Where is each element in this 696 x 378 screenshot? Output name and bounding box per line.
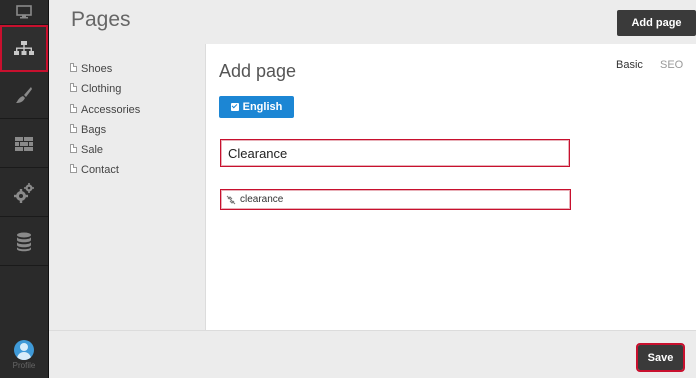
tree-item-shoes[interactable]: Shoes — [70, 62, 140, 82]
tab-basic[interactable]: Basic — [616, 59, 643, 71]
document-icon — [70, 83, 77, 93]
panel-title: Add page — [219, 61, 297, 81]
profile-label: Profile — [12, 361, 36, 370]
language-label: English — [242, 101, 283, 113]
sitemap-icon — [14, 41, 34, 55]
bricks-icon — [15, 137, 33, 151]
page-tree: Shoes Clothing Accessories Bags Sale Con… — [49, 44, 206, 330]
tree-item-contact[interactable]: Contact — [70, 163, 140, 183]
page-list: Shoes Clothing Accessories Bags Sale Con… — [70, 62, 140, 184]
tree-item-label: Bags — [81, 123, 107, 136]
sidebar-item-dashboard[interactable] — [0, 0, 48, 25]
save-button[interactable]: Save — [636, 343, 685, 372]
sidebar-item-design[interactable] — [0, 72, 48, 119]
profile[interactable]: Profile — [0, 340, 48, 370]
tree-item-bags[interactable]: Bags — [70, 123, 140, 143]
document-icon — [70, 164, 77, 174]
avatar — [14, 340, 34, 360]
sidebar-item-database[interactable] — [0, 219, 48, 266]
sidebar: Profile — [0, 0, 49, 378]
database-icon — [17, 232, 31, 252]
language-toggle-button[interactable]: English — [219, 96, 294, 118]
gears-icon — [14, 183, 34, 203]
tree-item-label: Shoes — [81, 63, 113, 75]
document-icon — [70, 144, 77, 154]
tree-item-label: Contact — [81, 164, 119, 177]
tree-item-accessories[interactable]: Accessories — [70, 103, 140, 123]
add-page-panel: Add page Basic SEO English — [206, 44, 696, 330]
slug-input[interactable] — [236, 194, 540, 205]
document-icon — [70, 63, 77, 72]
footer-bar — [49, 330, 696, 378]
tree-item-label: Accessories — [81, 103, 141, 116]
sidebar-item-blocks[interactable] — [0, 121, 48, 168]
unlink-icon — [226, 195, 236, 204]
page-title-input[interactable] — [220, 139, 570, 167]
tree-item-sale[interactable]: Sale — [70, 143, 140, 163]
brush-icon — [16, 87, 32, 103]
monitor-icon — [16, 5, 32, 19]
tree-item-label: Sale — [81, 144, 104, 157]
sidebar-item-settings[interactable] — [0, 170, 48, 217]
tree-item-clothing[interactable]: Clothing — [70, 82, 140, 102]
page-title: Pages — [71, 8, 131, 31]
slug-field[interactable] — [220, 189, 571, 210]
document-icon — [70, 123, 77, 133]
tab-seo[interactable]: SEO — [660, 59, 683, 71]
add-page-button[interactable]: Add page — [617, 10, 696, 36]
sidebar-item-pages[interactable] — [0, 25, 48, 72]
checkbox-icon — [230, 103, 239, 111]
tree-item-label: Clothing — [81, 83, 122, 96]
document-icon — [70, 103, 77, 113]
